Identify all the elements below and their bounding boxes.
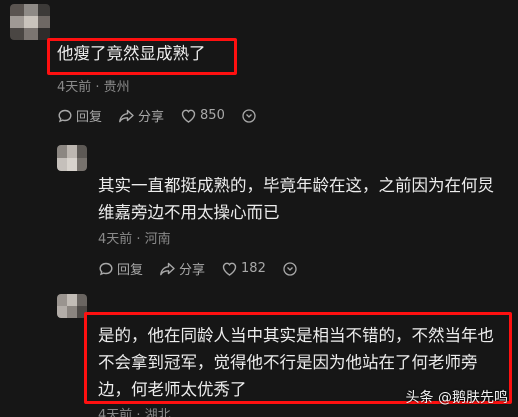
share-button[interactable]: 分享: [159, 259, 205, 278]
thumbs-down-icon: [242, 108, 256, 123]
highlight-box: [47, 38, 237, 75]
avatar[interactable]: [10, 4, 50, 40]
comment-meta: 4天前 · 贵州: [57, 80, 130, 95]
like-button[interactable]: 182: [221, 261, 266, 277]
reply-label: 回复: [76, 110, 103, 125]
share-icon: [160, 262, 175, 275]
thumbs-down-icon: [283, 261, 297, 276]
avatar[interactable]: [57, 294, 87, 318]
like-button[interactable]: 850: [180, 108, 225, 124]
reply-icon: [58, 109, 72, 122]
reply-button[interactable]: 回复: [57, 106, 102, 125]
dislike-button[interactable]: [282, 261, 298, 277]
reply-button[interactable]: 回复: [98, 259, 143, 278]
share-label: 分享: [138, 110, 165, 125]
like-count: 182: [241, 261, 266, 276]
heart-icon: [181, 109, 196, 123]
watermark-prefix: 头条: [405, 390, 434, 406]
comment-meta: 4天前 · 湖北: [98, 408, 171, 417]
reply-label: 回复: [117, 263, 144, 278]
comment-meta: 4天前 · 河南: [98, 232, 171, 247]
comment-actions: 回复 分享 850: [57, 106, 257, 125]
share-button[interactable]: 分享: [118, 106, 164, 125]
dislike-button[interactable]: [241, 108, 257, 124]
reply-icon: [99, 262, 113, 275]
avatar[interactable]: [57, 145, 87, 171]
share-label: 分享: [179, 263, 206, 278]
comment-actions: 回复 分享 182: [98, 259, 298, 278]
watermark-handle: @鹅肤先鸣: [438, 390, 508, 406]
share-icon: [119, 109, 134, 122]
watermark: 头条 @鹅肤先鸣: [406, 387, 508, 407]
heart-icon: [222, 262, 237, 276]
comment-text: 其实一直都挺成熟的，毕竟年龄在这，之前因为在何炅 维嘉旁边不用太操心而已: [98, 176, 494, 222]
like-count: 850: [200, 108, 225, 123]
